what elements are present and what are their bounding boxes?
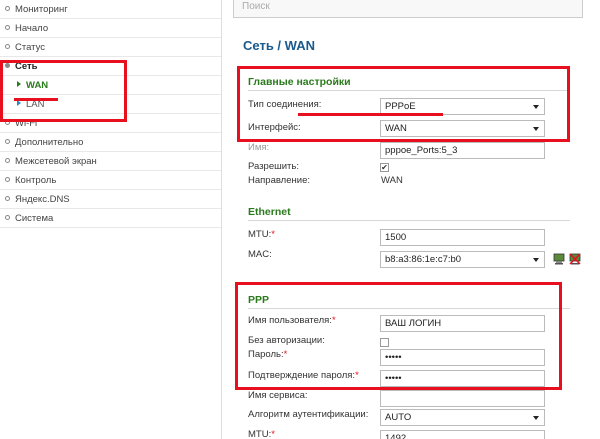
direction-value: WAN (381, 175, 403, 186)
sidebar-subitem-wan[interactable]: WAN (0, 76, 221, 95)
bullet-icon (5, 62, 10, 68)
password-label: Пароль:* (248, 349, 288, 360)
ppp-mtu-label: MTU:* (248, 429, 275, 439)
sidebar-item-yandex-dns[interactable]: Яндекс.DNS (0, 190, 221, 209)
bullet-icon (5, 214, 10, 220)
no-auth-checkbox[interactable] (380, 338, 389, 347)
interface-label: Интерфейс: (248, 122, 301, 133)
sidebar-item-control[interactable]: Контроль (0, 171, 221, 190)
password-input[interactable]: ••••• (380, 349, 545, 366)
confirm-password-label: Подтверждение пароля:* (248, 370, 359, 381)
direction-label: Направление: (248, 175, 310, 186)
arrow-right-icon (17, 100, 21, 107)
mac-select[interactable]: b8:a3:86:1e:c7:b0 (380, 251, 545, 268)
auth-algorithm-select[interactable]: AUTO (380, 409, 545, 426)
sidebar-item-system[interactable]: Система (0, 209, 221, 228)
section-title-ppp: PPP (248, 294, 270, 306)
reset-mac-icon[interactable] (569, 253, 581, 265)
enable-checkbox[interactable]: ✔ (380, 163, 389, 172)
section-title-main-settings: Главные настройки (248, 76, 351, 88)
mac-label: MAC: (248, 249, 272, 260)
service-name-input[interactable] (380, 390, 545, 407)
ethernet-mtu-label: MTU:* (248, 229, 275, 240)
chevron-down-icon (533, 127, 539, 131)
main-content: Поиск Сеть / WAN Главные настройки Тип с… (223, 0, 600, 439)
confirm-password-input[interactable]: ••••• (380, 370, 545, 387)
chevron-down-icon (533, 258, 539, 262)
arrow-right-icon (17, 81, 21, 88)
search-input[interactable]: Поиск (233, 0, 583, 18)
auth-algorithm-label: Алгоритм аутентификации: (248, 409, 369, 420)
sidebar-item-advanced[interactable]: Дополнительно (0, 133, 221, 152)
bullet-icon (5, 195, 10, 201)
interface-select[interactable]: WAN (380, 120, 545, 137)
name-label: Имя: (248, 142, 270, 153)
section-divider (248, 90, 570, 91)
bullet-icon (5, 119, 10, 125)
username-label: Имя пользователя:* (248, 315, 336, 326)
bullet-icon (5, 176, 10, 182)
bullet-icon (5, 24, 10, 30)
bullet-icon (5, 5, 10, 11)
name-input[interactable]: pppoe_Ports:5_3 (380, 142, 545, 159)
ethernet-mtu-input[interactable]: 1500 (380, 229, 545, 246)
section-title-ethernet: Ethernet (248, 206, 291, 218)
service-name-label: Имя сервиса: (248, 390, 308, 401)
sidebar-item-start[interactable]: Начало (0, 19, 221, 38)
sidebar-item-firewall[interactable]: Межсетевой экран (0, 152, 221, 171)
sidebar-item-wifi[interactable]: Wi-Fi (0, 114, 221, 133)
bullet-icon (5, 43, 10, 49)
sidebar-item-monitoring[interactable]: Мониторинг (0, 0, 221, 19)
chevron-down-icon (533, 105, 539, 109)
clone-mac-icon[interactable] (553, 253, 565, 265)
connection-type-select[interactable]: PPPoE (380, 98, 545, 115)
ppp-mtu-input[interactable]: 1492 (380, 430, 545, 439)
bullet-icon (5, 138, 10, 144)
sidebar-item-status[interactable]: Статус (0, 38, 221, 57)
bullet-icon (5, 157, 10, 163)
sidebar-item-network[interactable]: Сеть (0, 57, 221, 76)
enable-label: Разрешить: (248, 161, 299, 172)
section-divider (248, 308, 570, 309)
username-input[interactable]: ВАШ ЛОГИН (380, 315, 545, 332)
section-divider (248, 220, 570, 221)
connection-type-label: Тип соединения: (248, 99, 322, 110)
no-auth-label: Без авторизации: (248, 335, 325, 346)
sidebar-subitem-lan[interactable]: LAN (0, 95, 221, 114)
chevron-down-icon (533, 416, 539, 420)
sidebar-menu: Мониторинг Начало Статус Сеть WAN LAN Wi… (0, 0, 222, 439)
page-title: Сеть / WAN (243, 38, 315, 53)
